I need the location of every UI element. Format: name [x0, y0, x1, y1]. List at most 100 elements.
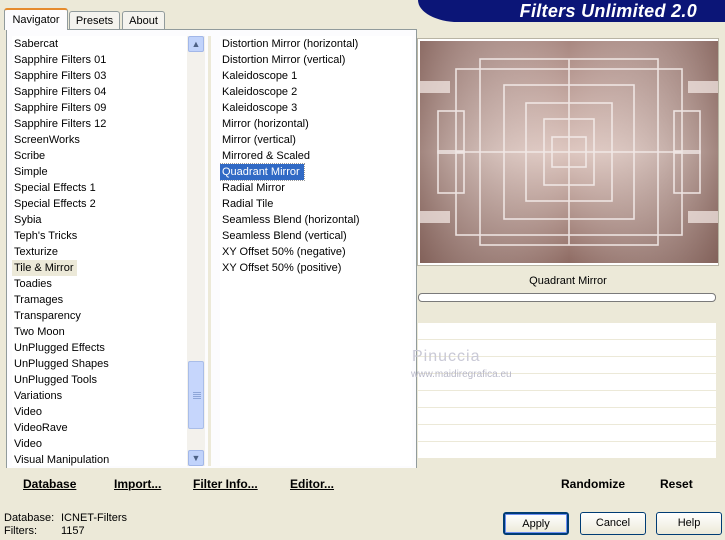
filter-item-label: Distortion Mirror (vertical): [222, 54, 346, 66]
category-item-label: Video: [14, 406, 42, 418]
category-item[interactable]: Video: [12, 436, 187, 452]
parameter-row: [418, 323, 716, 340]
category-item-label: UnPlugged Tools: [14, 374, 97, 386]
category-item-label: UnPlugged Shapes: [14, 358, 109, 370]
filter-item-label: Seamless Blend (vertical): [222, 230, 347, 242]
filter-item-label: Kaleidoscope 3: [222, 102, 298, 114]
category-item[interactable]: Video: [12, 404, 187, 420]
parameter-row: [418, 408, 716, 425]
parameter-row: [418, 391, 716, 408]
category-item[interactable]: Sapphire Filters 03: [12, 68, 187, 84]
category-item-label: Toadies: [14, 278, 52, 290]
parameter-area: [418, 306, 716, 468]
status-filters-value: 1157: [61, 525, 85, 537]
filter-item[interactable]: Radial Tile: [220, 196, 412, 212]
category-item-label: Teph's Tricks: [14, 230, 78, 242]
parameter-row: [418, 306, 716, 323]
status-database-value: ICNET-Filters: [61, 512, 127, 524]
category-item-label: Variations: [14, 390, 63, 402]
watermark-name: Pinuccia: [412, 348, 481, 365]
filter-item-label: Mirror (vertical): [222, 134, 296, 146]
category-item[interactable]: Sapphire Filters 09: [12, 100, 187, 116]
filter-item-label: Radial Mirror: [222, 182, 285, 194]
filter-item[interactable]: XY Offset 50% (positive): [220, 260, 412, 276]
filter-item[interactable]: Quadrant Mirror: [220, 163, 412, 181]
filter-item[interactable]: Mirror (horizontal): [220, 116, 412, 132]
category-item[interactable]: Teph's Tricks: [12, 228, 187, 244]
tab-about[interactable]: About: [122, 11, 165, 29]
category-item[interactable]: Visual Manipulation: [12, 452, 187, 466]
category-item[interactable]: Special Effects 2: [12, 196, 187, 212]
category-item[interactable]: Sapphire Filters 01: [12, 52, 187, 68]
filter-item-label: Mirror (horizontal): [222, 118, 309, 130]
category-item-label: VideoRave: [14, 422, 68, 434]
help-button[interactable]: Help: [656, 512, 722, 535]
editor-button[interactable]: Editor...: [290, 476, 334, 492]
category-item[interactable]: ScreenWorks: [12, 132, 187, 148]
apply-button[interactable]: Apply: [503, 512, 569, 535]
filter-item[interactable]: Kaleidoscope 1: [220, 68, 412, 84]
filter-item[interactable]: Distortion Mirror (vertical): [220, 52, 412, 68]
scroll-up-button[interactable]: ▲: [188, 36, 204, 52]
parameter-row: [418, 442, 716, 459]
filter-item[interactable]: Mirror (vertical): [220, 132, 412, 148]
category-item[interactable]: Transparency: [12, 308, 187, 324]
category-item[interactable]: Two Moon: [12, 324, 187, 340]
category-item[interactable]: Texturize: [12, 244, 187, 260]
scroll-thumb[interactable]: [188, 361, 204, 429]
category-item[interactable]: Simple: [12, 164, 187, 180]
category-item[interactable]: VideoRave: [12, 420, 187, 436]
category-item-label: Special Effects 1: [14, 182, 96, 194]
import-button[interactable]: Import...: [114, 476, 161, 492]
filter-item-label: Radial Tile: [222, 198, 274, 210]
category-item-label: Scribe: [14, 150, 46, 162]
category-list[interactable]: Sabercat Sapphire Filters 01 Sapphire Filt…: [12, 36, 187, 466]
category-item[interactable]: UnPlugged Tools: [12, 372, 187, 388]
category-item-label: Sabercat: [14, 38, 59, 50]
filter-info-button[interactable]: Filter Info...: [193, 476, 258, 492]
category-item-label: Sapphire Filters 03: [14, 70, 107, 82]
filter-item[interactable]: Radial Mirror: [220, 180, 412, 196]
category-item[interactable]: Variations: [12, 388, 187, 404]
category-item[interactable]: Sybia: [12, 212, 187, 228]
filter-item-label: Kaleidoscope 1: [222, 70, 298, 82]
filter-item-label: Kaleidoscope 2: [222, 86, 298, 98]
filter-item-label: XY Offset 50% (negative): [222, 246, 346, 258]
category-item[interactable]: Sapphire Filters 04: [12, 84, 187, 100]
filter-item[interactable]: XY Offset 50% (negative): [220, 244, 412, 260]
filter-item-label: Seamless Blend (horizontal): [222, 214, 360, 226]
category-item[interactable]: Toadies: [12, 276, 187, 292]
filter-item[interactable]: Distortion Mirror (horizontal): [220, 36, 412, 52]
parameter-row: [418, 425, 716, 442]
category-item-label: Sapphire Filters 04: [14, 86, 107, 98]
tab-navigator[interactable]: Navigator: [4, 8, 68, 30]
filter-item[interactable]: Seamless Blend (vertical): [220, 228, 412, 244]
scroll-down-button[interactable]: ▼: [188, 450, 204, 466]
filter-item[interactable]: Kaleidoscope 3: [220, 100, 412, 116]
category-item[interactable]: UnPlugged Effects: [12, 340, 187, 356]
tab-presets[interactable]: Presets: [69, 11, 120, 29]
category-item-label: Simple: [14, 166, 48, 178]
reset-button[interactable]: Reset: [660, 476, 693, 492]
filter-item[interactable]: Mirrored & Scaled: [220, 148, 412, 164]
filter-item[interactable]: Kaleidoscope 2: [220, 84, 412, 100]
category-item[interactable]: Special Effects 1: [12, 180, 187, 196]
category-item[interactable]: Tile & Mirror: [12, 260, 187, 276]
filter-item[interactable]: Seamless Blend (horizontal): [220, 212, 412, 228]
category-item[interactable]: UnPlugged Shapes: [12, 356, 187, 372]
category-item-label: Tile & Mirror: [12, 260, 78, 276]
category-item[interactable]: Scribe: [12, 148, 187, 164]
cancel-button[interactable]: Cancel: [580, 512, 646, 535]
category-item[interactable]: Tramages: [12, 292, 187, 308]
preview-filter-name: Quadrant Mirror: [417, 269, 719, 293]
app-title: Filters Unlimited 2.0: [519, 1, 697, 21]
randomize-button[interactable]: Randomize: [561, 476, 625, 492]
category-item-label: Sapphire Filters 01: [14, 54, 107, 66]
category-item-label: Sapphire Filters 09: [14, 102, 107, 114]
filter-list[interactable]: Distortion Mirror (horizontal) Distortion…: [220, 36, 412, 466]
database-button[interactable]: Database: [23, 476, 76, 492]
category-scrollbar[interactable]: ▲ ▼: [187, 36, 205, 466]
category-item[interactable]: Sabercat: [12, 36, 187, 52]
category-item[interactable]: Sapphire Filters 12: [12, 116, 187, 132]
filter-item-label: XY Offset 50% (positive): [222, 262, 342, 274]
